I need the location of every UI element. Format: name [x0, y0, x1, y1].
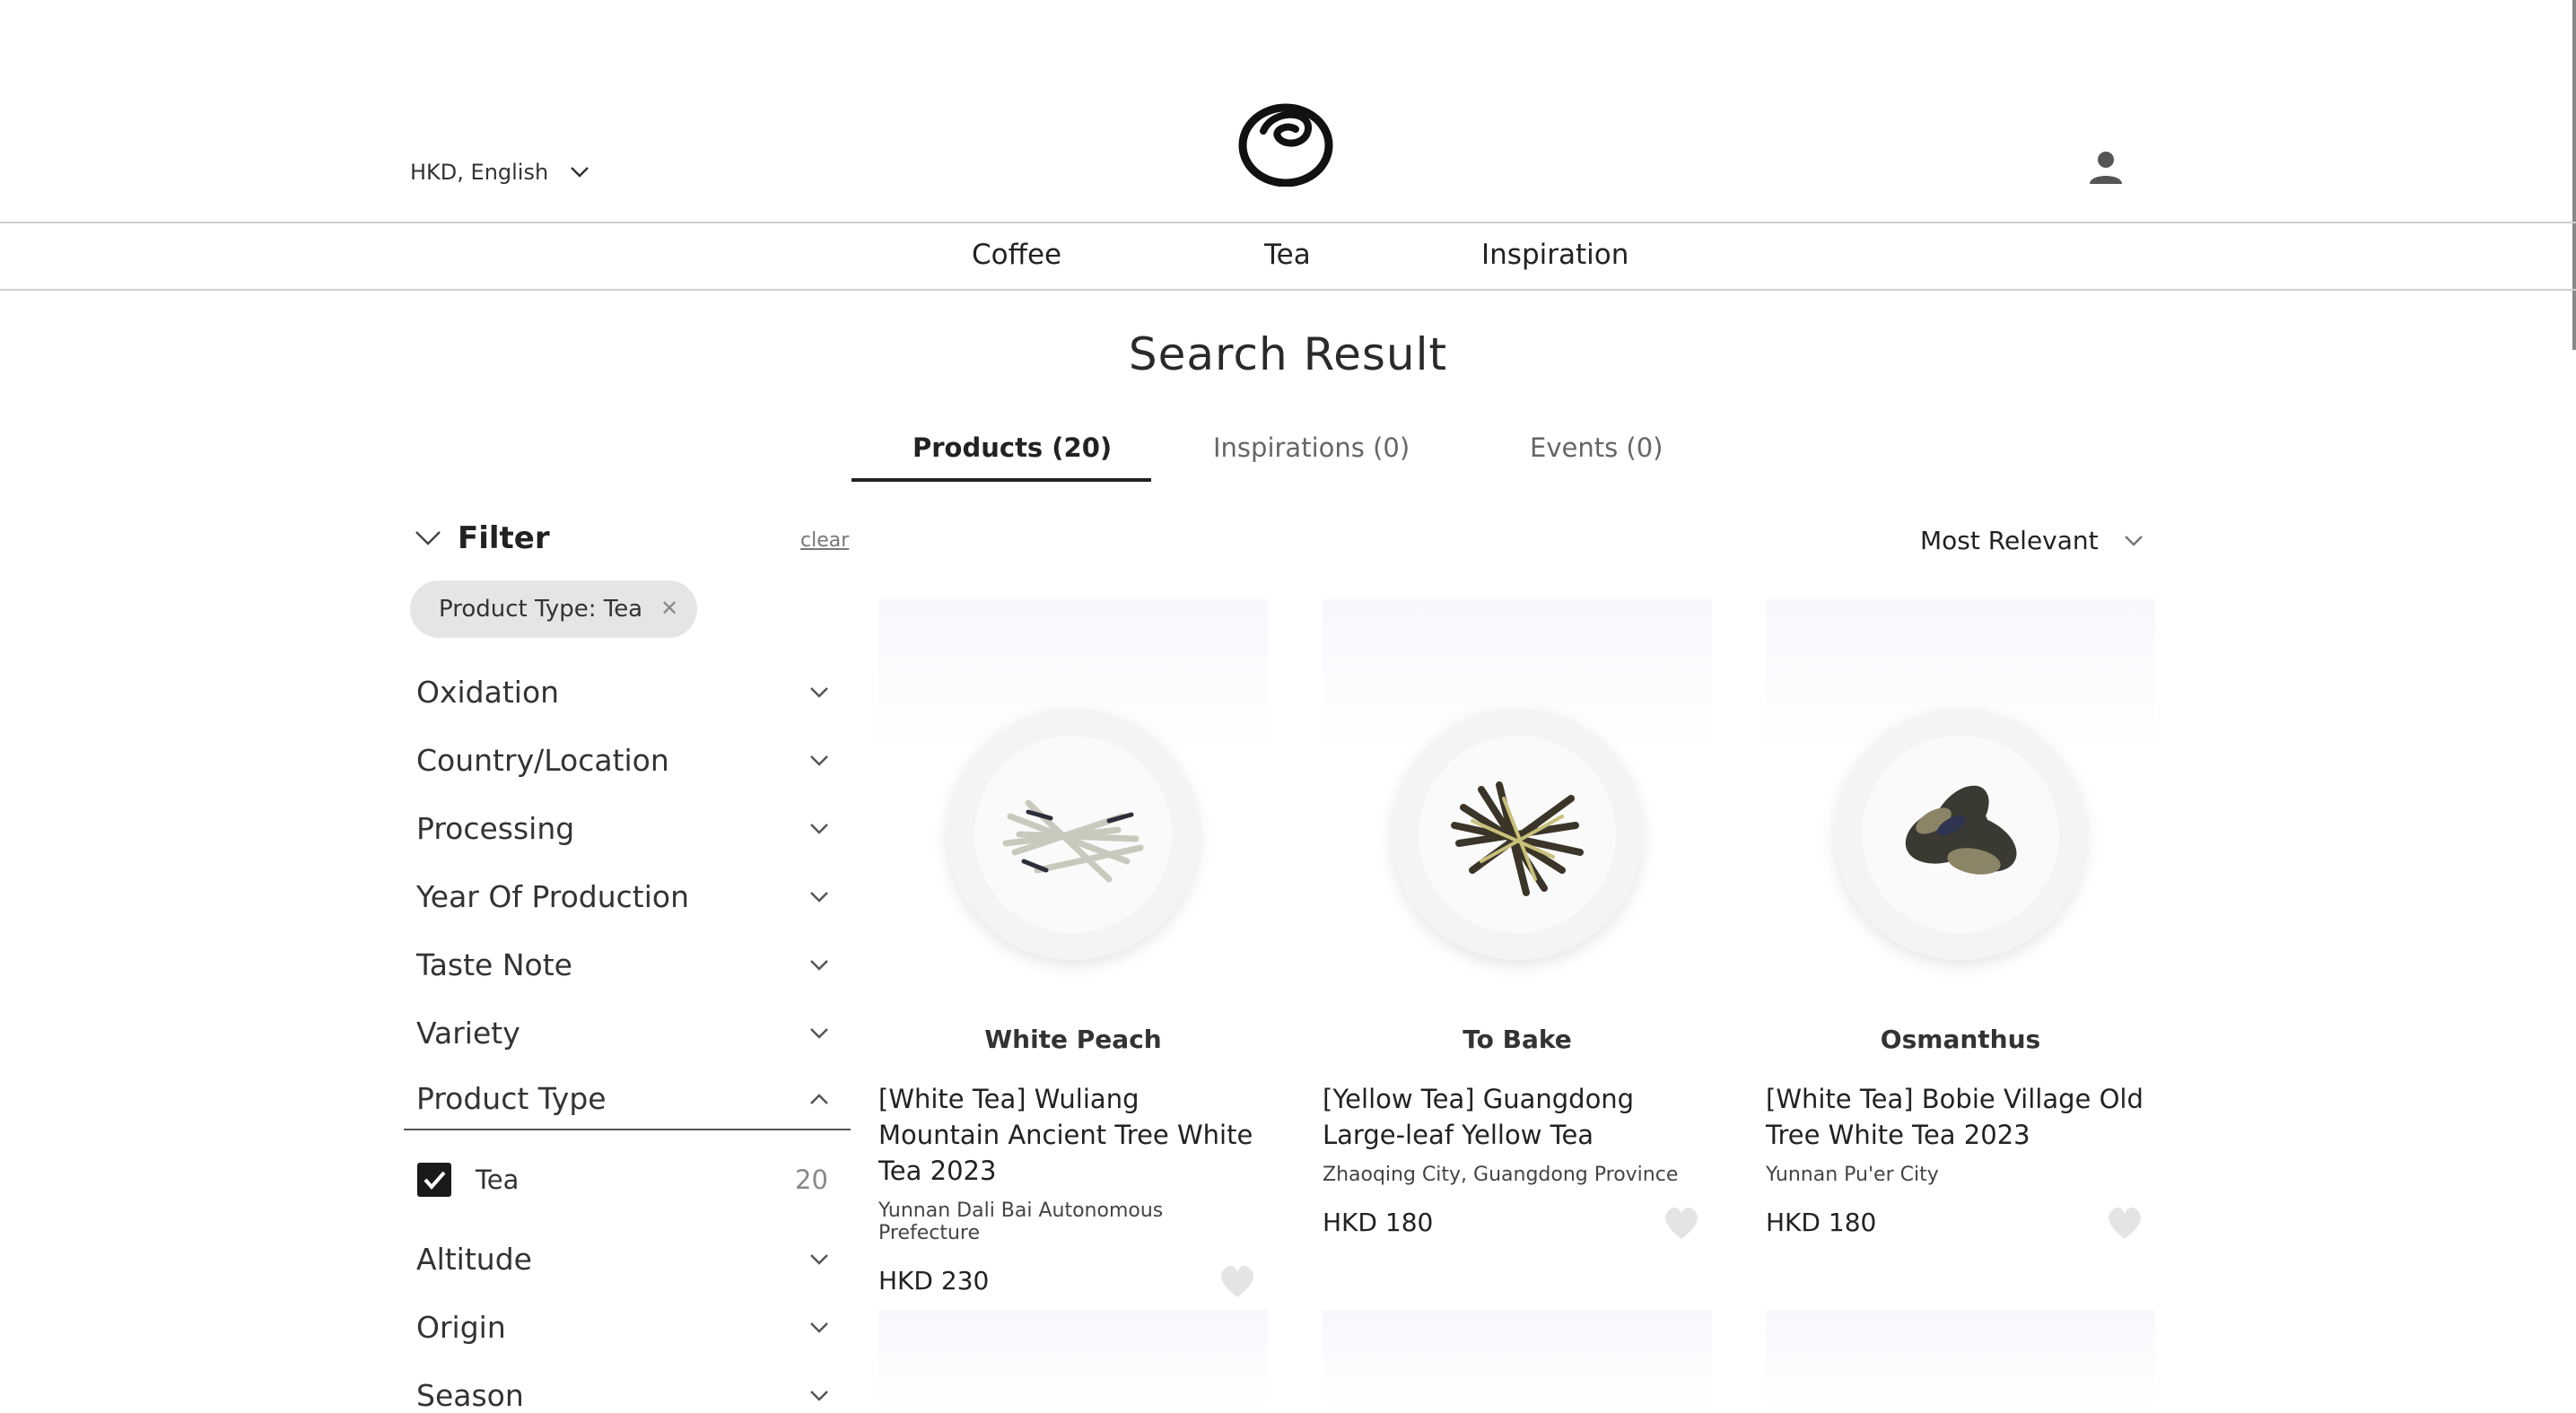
chevron-down-icon	[810, 1253, 828, 1265]
facet-processing[interactable]: Processing	[416, 811, 829, 846]
product-image[interactable]	[1323, 1310, 1712, 1409]
tea-leaves-image	[1002, 799, 1144, 883]
facet-year-of-production[interactable]: Year Of Production	[416, 879, 829, 914]
facet-label: Origin	[416, 1310, 506, 1345]
chevron-down-icon	[2124, 535, 2143, 546]
product-price: HKD 230	[878, 1266, 990, 1295]
active-tab-indicator	[851, 478, 1151, 482]
close-icon[interactable]: ✕	[659, 597, 679, 620]
heart-icon[interactable]	[1662, 1205, 1701, 1241]
facet-oxidation[interactable]: Oxidation	[416, 675, 829, 710]
scrollbar[interactable]	[2572, 0, 2576, 350]
chevron-down-icon	[571, 167, 589, 178]
check-icon	[424, 1171, 446, 1191]
facet-label: Taste Note	[416, 947, 572, 982]
facet-label: Country/Location	[416, 743, 669, 778]
product-origin: Yunnan Dali Bai Autonomous Prefecture	[878, 1199, 1164, 1244]
brand-logo-icon[interactable]	[1236, 97, 1335, 187]
nav-item-coffee[interactable]: Coffee	[972, 239, 1061, 271]
product-origin: Yunnan Pu'er City	[1766, 1164, 1939, 1186]
facet-season[interactable]: Season	[416, 1378, 829, 1413]
checkbox-count: 20	[795, 1164, 828, 1195]
chevron-up-icon	[810, 1093, 828, 1104]
facet-country-location[interactable]: Country/Location	[416, 743, 829, 778]
product-name[interactable]: [Yellow Tea] Guangdong Large-leaf Yellow…	[1323, 1081, 1712, 1153]
taste-note: White Peach	[984, 1025, 1162, 1054]
tea-plate-image	[1835, 709, 2086, 960]
tea-checkbox[interactable]	[417, 1163, 451, 1197]
facet-origin[interactable]: Origin	[416, 1310, 829, 1345]
facet-variety[interactable]: Variety	[416, 1016, 829, 1051]
facet-altitude[interactable]: Altitude	[416, 1242, 829, 1277]
heart-icon[interactable]	[2105, 1205, 2144, 1241]
product-price: HKD 180	[1323, 1208, 1434, 1237]
heart-icon[interactable]	[1218, 1263, 1257, 1299]
product-image[interactable]	[878, 1310, 1268, 1409]
product-image[interactable]	[878, 599, 1268, 989]
chevron-down-icon	[810, 686, 828, 698]
active-filter-chip: Product Type: Tea ✕	[410, 580, 697, 638]
facet-label: Oxidation	[416, 675, 560, 710]
taste-note: Osmanthus	[1880, 1025, 2041, 1054]
facet-label: Year Of Production	[416, 879, 690, 914]
nav-divider	[0, 289, 2576, 291]
product-name[interactable]: [White Tea] Wuliang Mountain Ancient Tre…	[878, 1081, 1268, 1189]
facet-label: Altitude	[416, 1242, 532, 1277]
product-card[interactable]: White Peach [White Tea] Wuliang Mountain…	[878, 599, 1268, 1297]
facet-label: Variety	[416, 1016, 520, 1051]
chevron-down-icon	[810, 1321, 828, 1333]
nav-item-tea[interactable]: Tea	[1264, 239, 1311, 271]
user-icon[interactable]	[2087, 150, 2125, 186]
tea-plate-image	[947, 709, 1199, 960]
chevron-down-icon	[810, 823, 828, 834]
chevron-down-icon	[810, 959, 828, 971]
filter-toggle[interactable]: Filter	[415, 520, 550, 556]
chevron-down-icon	[810, 1027, 828, 1039]
tea-leaves-image	[1905, 785, 2017, 875]
chevron-down-icon	[810, 1390, 828, 1401]
product-image[interactable]	[1766, 599, 2155, 989]
chip-label: Product Type: Tea	[439, 596, 643, 623]
product-card[interactable]: To Bake [Yellow Tea] Guangdong Large-lea…	[1323, 599, 1712, 1239]
tea-plate-image	[1392, 709, 1643, 960]
facet-taste-note[interactable]: Taste Note	[416, 947, 829, 982]
nav-item-inspiration[interactable]: Inspiration	[1481, 239, 1629, 271]
chevron-down-icon	[810, 754, 828, 766]
product-card[interactable]: Osmanthus [White Tea] Bobie Village Old …	[1766, 599, 2155, 1239]
filter-heading: Filter	[458, 520, 550, 556]
tea-leaves-image	[1451, 781, 1584, 896]
locale-selector[interactable]: HKD, English	[410, 160, 589, 185]
product-image[interactable]	[1766, 1310, 2155, 1409]
facet-label: Season	[416, 1378, 524, 1413]
product-price: HKD 180	[1766, 1208, 1877, 1237]
sort-dropdown[interactable]: Most Relevant	[1920, 526, 2144, 555]
facet-label: Product Type	[416, 1081, 607, 1116]
page-title: Search Result	[1128, 328, 1448, 380]
locale-label: HKD, English	[410, 160, 549, 185]
product-name[interactable]: [White Tea] Bobie Village Old Tree White…	[1766, 1081, 2155, 1153]
product-image[interactable]	[1323, 599, 1712, 989]
clear-filters-link[interactable]: clear	[800, 529, 849, 552]
facet-product-type[interactable]: Product Type	[416, 1081, 829, 1116]
product-origin: Zhaoqing City, Guangdong Province	[1323, 1164, 1679, 1186]
facet-label: Processing	[416, 811, 575, 846]
sort-label: Most Relevant	[1920, 526, 2099, 555]
tab-inspirations[interactable]: Inspirations (0)	[1213, 432, 1410, 463]
taste-note: To Bake	[1463, 1025, 1572, 1054]
chevron-down-icon	[810, 891, 828, 903]
tab-products[interactable]: Products (20)	[913, 432, 1112, 463]
tab-events[interactable]: Events (0)	[1530, 432, 1663, 463]
facet-divider	[404, 1129, 851, 1130]
checkbox-label: Tea	[476, 1164, 520, 1195]
chevron-down-icon	[415, 531, 441, 545]
